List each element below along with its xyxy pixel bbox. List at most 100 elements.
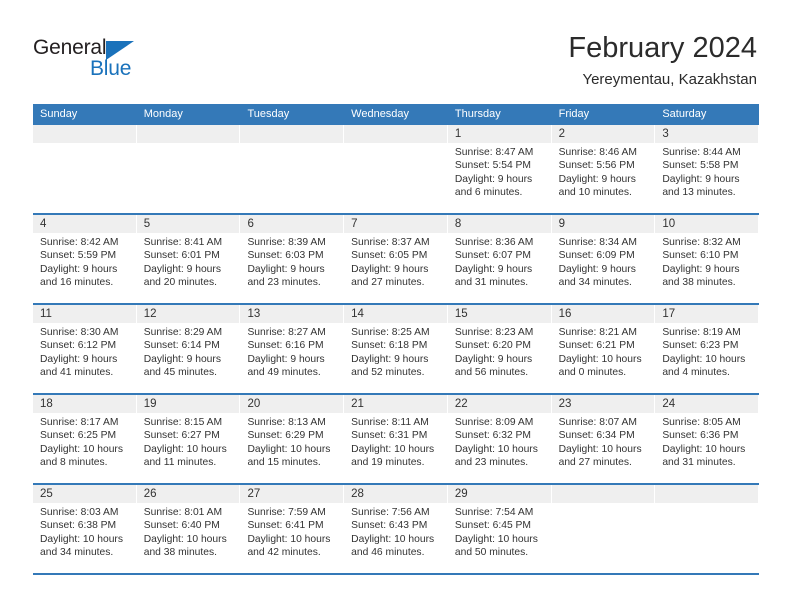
day-details: Sunrise: 8:17 AM Sunset: 6:25 PM Daylight:… [33,413,136,470]
day-sunrise-text: Sunrise: 8:42 AM [40,237,119,248]
calendar-week-row: 25 Sunrise: 8:03 AM Sunset: 6:38 PM Dayligh… [33,485,760,575]
day-number: 26 [136,485,240,503]
day-sunset-text: Sunset: 6:14 PM [143,340,220,352]
calendar-day-cell[interactable]: 2 Sunrise: 8:46 AM Sunset: 5:56 PM Daylight… [551,125,656,213]
generalblue-logo[interactable]: General Blue [33,36,163,84]
day-sunrise-text: Sunrise: 8:29 AM [143,327,223,338]
day-sunrise-text: Sunrise: 8:17 AM [40,417,119,428]
calendar-day-cell[interactable]: 20 Sunrise: 8:13 AM Sunset: 6:29 PM Dayligh… [240,395,345,483]
day-details [240,143,343,146]
calendar-day-cell[interactable]: 13 Sunrise: 8:27 AM Sunset: 6:16 PM Dayligh… [240,305,345,393]
day-details: Sunrise: 8:05 AM Sunset: 6:36 PM Daylight:… [655,413,758,470]
calendar-day-cell[interactable]: 8 Sunrise: 8:36 AM Sunset: 6:07 PM Daylight… [447,215,552,303]
weekday-header-friday: Friday [558,108,590,120]
calendar-day-cell[interactable]: 4 Sunrise: 8:42 AM Sunset: 5:59 PM Daylight… [33,215,137,303]
day-sunrise-text: Sunrise: 8:09 AM [454,417,534,428]
day-sunset-text: Sunset: 5:59 PM [40,250,117,262]
day-details: Sunrise: 8:46 AM Sunset: 5:56 PM Daylight:… [552,143,655,200]
calendar-day-cell[interactable]: 9 Sunrise: 8:34 AM Sunset: 6:09 PM Daylight… [551,215,656,303]
day-daylight2-text: and 49 minutes. [247,367,321,379]
day-number: 18 [33,395,136,413]
calendar-day-cell[interactable]: 21 Sunrise: 8:11 AM Sunset: 6:31 PM Dayligh… [344,395,448,483]
day-details: Sunrise: 8:30 AM Sunset: 6:12 PM Daylight:… [33,323,136,380]
day-daylight2-text: and 38 minutes. [662,277,736,289]
day-details: Sunrise: 8:07 AM Sunset: 6:34 PM Daylight:… [552,413,655,470]
day-daylight2-text: and 20 minutes. [143,277,217,289]
calendar-day-cell[interactable]: 6 Sunrise: 8:39 AM Sunset: 6:03 PM Daylight… [240,215,345,303]
day-sunrise-text: Sunrise: 8:39 AM [247,237,326,248]
calendar-day-cell[interactable]: 5 Sunrise: 8:41 AM Sunset: 6:01 PM Daylight… [136,215,241,303]
calendar-weeks: 1 Sunrise: 8:47 AM Sunset: 5:54 PM Daylight… [33,125,760,575]
day-daylight1-text: Daylight: 10 hours [351,443,435,455]
calendar-day-cell[interactable]: 22 Sunrise: 8:09 AM Sunset: 6:32 PM Dayligh… [447,395,552,483]
day-sunset-text: Sunset: 6:27 PM [143,430,220,442]
day-sunset-text: Sunset: 6:31 PM [351,430,428,442]
day-sunset-text: Sunset: 6:40 PM [143,520,220,532]
day-sunset-text: Sunset: 6:03 PM [247,250,324,262]
calendar-grid: Sunday Monday Tuesday Wednesday Thursday Frid… [33,104,760,575]
day-daylight2-text: and 10 minutes. [558,187,632,199]
calendar-day-cell[interactable]: 19 Sunrise: 8:15 AM Sunset: 6:27 PM Dayligh… [136,395,241,483]
day-daylight1-text: Daylight: 10 hours [662,443,746,455]
day-number: 19 [136,395,240,413]
day-daylight1-text: Daylight: 10 hours [143,533,227,545]
weekday-header-sunday: Sunday [40,108,78,120]
day-number: 6 [240,215,344,233]
day-number: 7 [344,215,447,233]
calendar-day-cell[interactable]: 1 Sunrise: 8:47 AM Sunset: 5:54 PM Daylight… [447,125,552,213]
day-details: Sunrise: 8:39 AM Sunset: 6:03 PM Daylight:… [240,233,343,290]
day-number: 23 [551,395,655,413]
calendar-day-cell[interactable]: 29 Sunrise: 7:54 AM Sunset: 6:45 PM Dayligh… [447,485,552,573]
calendar-day-cell[interactable]: 14 Sunrise: 8:25 AM Sunset: 6:18 PM Dayligh… [344,305,448,393]
day-number: 5 [136,215,240,233]
day-details: Sunrise: 8:41 AM Sunset: 6:01 PM Daylight:… [137,233,240,290]
calendar-day-cell[interactable]: 16 Sunrise: 8:21 AM Sunset: 6:21 PM Dayligh… [551,305,656,393]
calendar-day-cell[interactable]: 23 Sunrise: 8:07 AM Sunset: 6:34 PM Dayligh… [551,395,656,483]
day-number: 29 [447,485,551,503]
weekday-header-row: Sunday Monday Tuesday Wednesday Thursday Frid… [33,104,759,125]
day-number [33,125,136,143]
day-details [33,143,136,146]
calendar-day-cell[interactable]: 12 Sunrise: 8:29 AM Sunset: 6:14 PM Dayligh… [136,305,241,393]
day-details: Sunrise: 8:37 AM Sunset: 6:05 PM Daylight:… [344,233,447,290]
day-number: 4 [33,215,136,233]
calendar-day-cell[interactable]: 17 Sunrise: 8:19 AM Sunset: 6:23 PM Dayligh… [655,305,760,393]
day-sunrise-text: Sunrise: 8:36 AM [454,237,534,248]
calendar-day-cell[interactable]: 18 Sunrise: 8:17 AM Sunset: 6:25 PM Dayligh… [33,395,137,483]
calendar-day-cell[interactable]: 7 Sunrise: 8:37 AM Sunset: 6:05 PM Daylight… [344,215,448,303]
weekday-header-monday: Monday [143,108,183,120]
day-sunset-text: Sunset: 6:34 PM [558,430,635,442]
day-daylight1-text: Daylight: 9 hours [40,263,118,275]
day-daylight1-text: Daylight: 10 hours [454,443,538,455]
day-details: Sunrise: 8:11 AM Sunset: 6:31 PM Daylight:… [344,413,447,470]
day-sunset-text: Sunset: 6:36 PM [662,430,739,442]
day-sunset-text: Sunset: 6:45 PM [454,520,532,532]
day-number: 21 [344,395,447,413]
calendar-day-cell[interactable]: 27 Sunrise: 7:59 AM Sunset: 6:41 PM Dayligh… [240,485,345,573]
calendar-day-cell[interactable]: 11 Sunrise: 8:30 AM Sunset: 6:12 PM Dayligh… [33,305,137,393]
day-number: 12 [136,305,240,323]
calendar-day-cell[interactable]: 10 Sunrise: 8:32 AM Sunset: 6:10 PM Dayligh… [655,215,760,303]
day-sunset-text: Sunset: 6:25 PM [40,430,117,442]
day-daylight1-text: Daylight: 9 hours [662,263,740,275]
day-sunset-text: Sunset: 6:21 PM [558,340,635,352]
calendar-day-cell[interactable]: 25 Sunrise: 8:03 AM Sunset: 6:38 PM Dayligh… [33,485,137,573]
calendar-day-cell[interactable]: 26 Sunrise: 8:01 AM Sunset: 6:40 PM Dayligh… [136,485,241,573]
day-daylight2-text: and 0 minutes. [558,367,627,379]
day-details: Sunrise: 8:13 AM Sunset: 6:29 PM Daylight:… [240,413,343,470]
page-header: General Blue February 2024 Yereymentau, … [0,0,792,104]
day-daylight1-text: Daylight: 10 hours [662,353,746,365]
day-sunset-text: Sunset: 6:12 PM [40,340,117,352]
day-sunrise-text: Sunrise: 8:11 AM [351,417,429,428]
calendar-day-cell[interactable]: 28 Sunrise: 7:56 AM Sunset: 6:43 PM Dayligh… [344,485,448,573]
calendar-day-cell[interactable]: 15 Sunrise: 8:23 AM Sunset: 6:20 PM Dayligh… [447,305,552,393]
calendar-day-cell[interactable]: 24 Sunrise: 8:05 AM Sunset: 6:36 PM Dayligh… [655,395,760,483]
day-daylight2-text: and 45 minutes. [143,367,217,379]
calendar-week-row: 1 Sunrise: 8:47 AM Sunset: 5:54 PM Daylight… [33,125,760,215]
day-details [344,143,447,146]
day-daylight1-text: Daylight: 9 hours [143,353,221,365]
calendar-day-cell[interactable]: 3 Sunrise: 8:44 AM Sunset: 5:58 PM Daylight… [655,125,760,213]
day-sunrise-text: Sunrise: 8:19 AM [662,327,741,338]
day-daylight1-text: Daylight: 10 hours [40,443,123,455]
day-number: 20 [240,395,344,413]
